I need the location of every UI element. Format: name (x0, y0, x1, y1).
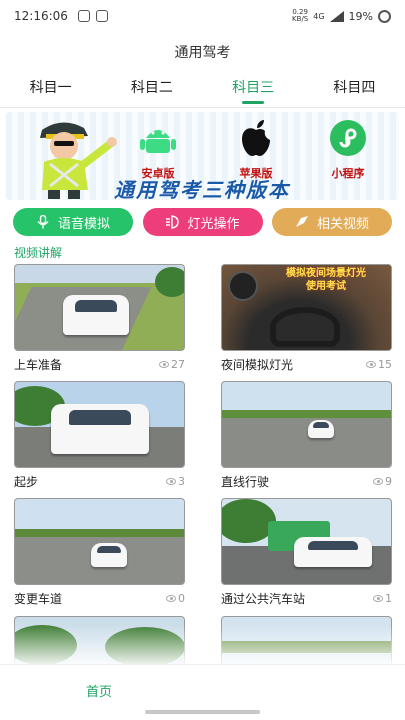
android-icon (140, 130, 176, 153)
tab-subject-1[interactable]: 科目一 (0, 72, 101, 107)
video-thumbnail (14, 381, 185, 468)
section-title-video: 视频讲解 (14, 246, 63, 260)
app-title-bar: 通用驾考 (0, 32, 405, 72)
battery-icon (378, 9, 391, 23)
eye-icon (166, 595, 176, 602)
thumb-car (294, 537, 372, 567)
thumb-car (51, 404, 149, 454)
view-count-value: 27 (171, 358, 185, 371)
overlay-line-1: 模拟夜间场景灯光 (286, 268, 366, 279)
network-type: 4G (313, 11, 325, 21)
thumb-road (222, 415, 391, 467)
thumb-car (91, 543, 127, 567)
mini-program-icon (330, 120, 366, 156)
view-count: 9 (373, 475, 392, 488)
subject-tabs: 科目一 科目二 科目三 科目四 (0, 72, 405, 108)
signal-icon (329, 10, 344, 22)
eye-icon (159, 361, 169, 368)
related-videos-button[interactable]: 相关视频 (272, 208, 392, 236)
related-videos-label: 相关视频 (316, 216, 369, 232)
view-count: 15 (366, 358, 392, 371)
video-card[interactable]: 起步 3 (14, 381, 185, 490)
status-bar: 12:16:06 0.29 KB/S 4G 19% (0, 0, 405, 32)
bottom-navigation: 首页 (0, 664, 405, 720)
scroll-fade (0, 624, 405, 664)
tab-subject-2[interactable]: 科目二 (101, 72, 202, 107)
video-title: 通过公共汽车站 (221, 592, 306, 606)
video-thumbnail (14, 264, 185, 351)
view-count-value: 0 (178, 592, 185, 605)
action-buttons: 语音模拟 灯光操作 相关视频 (13, 208, 392, 236)
image-icon (95, 10, 108, 22)
video-card[interactable]: 通过公共汽车站 1 (221, 498, 392, 607)
video-thumbnail: 模拟夜间场景灯光 使用考试 (221, 264, 392, 351)
view-count: 3 (166, 475, 185, 488)
video-title: 上车准备 (14, 358, 63, 372)
light-operation-button[interactable]: 灯光操作 (142, 208, 263, 236)
steering-wheel-icon (270, 307, 340, 347)
video-card[interactable]: 直线行驶 9 (221, 381, 392, 490)
video-title: 夜间模拟灯光 (221, 358, 294, 372)
android-version[interactable]: 安卓版 (126, 118, 190, 181)
video-card[interactable]: 变更车道 0 (14, 498, 185, 607)
thumb-car (308, 420, 334, 438)
video-icon (295, 216, 308, 227)
tab-subject-3[interactable]: 科目三 (203, 72, 304, 107)
video-title: 变更车道 (14, 592, 63, 606)
thumb-trees (15, 529, 184, 537)
thumb-trees (222, 410, 391, 418)
voice-simulation-button[interactable]: 语音模拟 (13, 208, 133, 236)
video-card[interactable]: 模拟夜间场景灯光 使用考试 夜间模拟灯光 15 (221, 264, 392, 373)
video-thumbnail (14, 498, 185, 585)
video-title: 起步 (14, 475, 39, 489)
view-count-value: 9 (385, 475, 392, 488)
light-icon (166, 215, 180, 229)
overlay-line-2: 使用考试 (306, 281, 346, 292)
light-knob-icon (228, 271, 258, 301)
apple-icon (242, 120, 270, 156)
thumb-tree (155, 267, 184, 297)
promo-banner[interactable]: 安卓版 苹果版 小程序 通用驾考三种版本 (6, 112, 399, 200)
status-time: 12:16:06 (14, 9, 68, 23)
gesture-bar[interactable] (145, 710, 260, 714)
view-count-value: 15 (378, 358, 392, 371)
mini-program-version[interactable]: 小程序 (316, 118, 380, 181)
eye-icon (166, 478, 176, 485)
view-count-value: 3 (178, 475, 185, 488)
video-thumbnail (221, 381, 392, 468)
thumb-car (63, 295, 129, 335)
video-card[interactable]: 上车准备 27 (14, 264, 185, 373)
traffic-police-mascot-icon (40, 122, 117, 199)
view-count: 1 (373, 592, 392, 605)
voice-simulation-label: 语音模拟 (57, 216, 110, 232)
nav-home[interactable]: 首页 (86, 681, 112, 700)
ios-version[interactable]: 苹果版 (224, 118, 288, 181)
page-title: 通用驾考 (174, 45, 231, 61)
view-count-value: 1 (385, 592, 392, 605)
message-icon (77, 10, 90, 22)
tab-subject-4[interactable]: 科目四 (304, 72, 405, 107)
eye-icon (373, 595, 383, 602)
microphone-icon (37, 215, 49, 229)
eye-icon (366, 361, 376, 368)
video-title: 直线行驶 (221, 475, 270, 489)
view-count: 27 (159, 358, 185, 371)
eye-icon (373, 478, 383, 485)
light-operation-label: 灯光操作 (187, 216, 240, 232)
battery-percent: 19% (348, 9, 373, 23)
banner-title: 通用驾考三种版本 (114, 178, 290, 200)
net-speed-unit: KB/S (292, 15, 309, 23)
view-count: 0 (166, 592, 185, 605)
thumb-overlay-text: 模拟夜间场景灯光 使用考试 (262, 267, 390, 293)
video-thumbnail (221, 498, 392, 585)
net-speed: 0.29 KB/S (292, 9, 308, 23)
